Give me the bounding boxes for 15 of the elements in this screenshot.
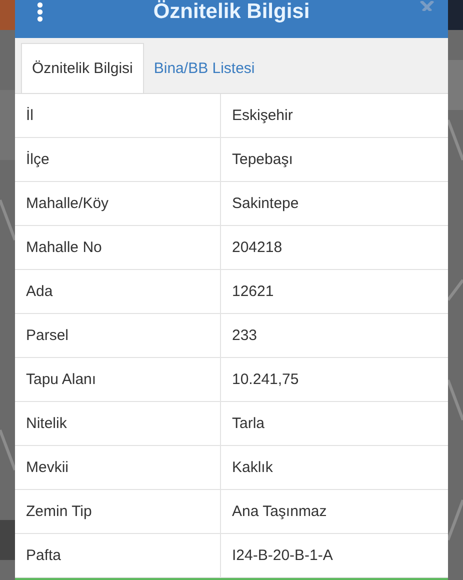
attribute-label: Zemin Tip [25, 502, 93, 522]
more-icon[interactable] [37, 2, 43, 22]
attribute-label: İl [25, 106, 34, 126]
dialog-title: Öznitelik Bilgisi [153, 0, 310, 24]
attribute-label: Mahalle No [25, 238, 103, 258]
attribute-label: İlçe [25, 150, 50, 170]
attribute-label: Ada [25, 282, 54, 302]
attribute-label: Mevkii [25, 458, 70, 478]
attribute-label: Mahalle/Köy [25, 194, 110, 214]
attribute-label: Nitelik [25, 414, 68, 434]
attribute-label: Pafta [25, 546, 62, 566]
tab[interactable]: Öznitelik Bilgisi [21, 43, 144, 93]
tab[interactable]: Bina/BB Listesi [144, 43, 265, 93]
attribute-label: Parsel [25, 326, 70, 346]
attribute-label: Tapu Alanı [25, 370, 98, 390]
